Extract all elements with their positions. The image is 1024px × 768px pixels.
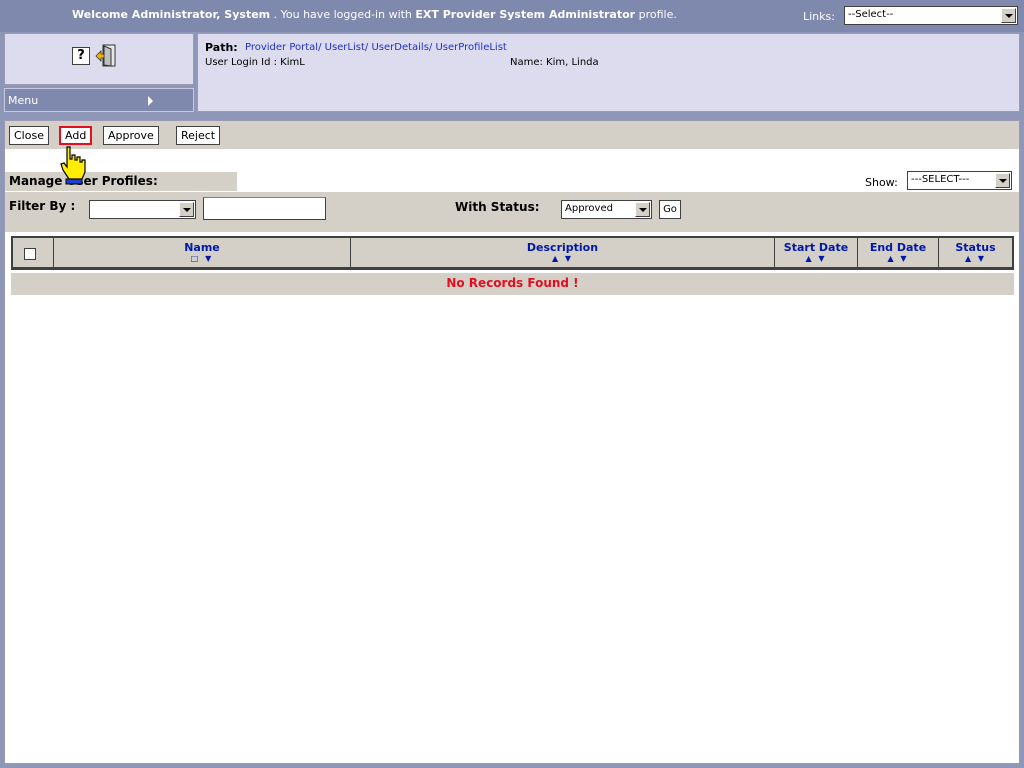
main-content: Close Add Approve Reject Manage User Pro… — [4, 120, 1020, 764]
column-status[interactable]: Status ▲ ▼ — [939, 238, 1012, 269]
section-title: Manage User Profiles: — [5, 172, 237, 191]
column-status-title: Status — [955, 241, 996, 254]
status-selected-value: Approved — [565, 203, 613, 214]
status-label: With Status: — [455, 200, 540, 214]
menu-label: Menu — [8, 94, 39, 107]
icon-panel: ? — [4, 33, 194, 85]
path-panel: Path: Provider Portal/ UserList/ UserDet… — [197, 33, 1020, 112]
column-description[interactable]: Description ▲ ▼ — [351, 238, 775, 269]
filter-input[interactable] — [203, 197, 326, 220]
sort-arrows-icon[interactable]: □ ▼ — [54, 254, 350, 264]
chevron-right-icon[interactable] — [148, 96, 153, 106]
add-button[interactable]: Add — [59, 126, 93, 145]
profiles-table: Name □ ▼ Description ▲ ▼ Start Date ▲ ▼ … — [11, 236, 1014, 272]
breadcrumb[interactable]: Provider Portal/ UserList/ UserDetails/ … — [245, 42, 507, 53]
show-label: Show: — [865, 176, 898, 189]
filter-bar: Filter By : With Status: Approved Go — [5, 192, 1019, 232]
links-label: Links: — [803, 10, 835, 23]
links-dropdown[interactable]: --Select-- — [844, 6, 1018, 25]
action-toolbar: Close Add Approve Reject — [5, 121, 1019, 149]
filter-label: Filter By : — [9, 199, 76, 213]
chevron-down-icon[interactable] — [995, 173, 1010, 188]
go-button[interactable]: Go — [659, 200, 681, 219]
sort-arrows-icon[interactable]: ▲ ▼ — [858, 254, 938, 264]
reject-button[interactable]: Reject — [176, 126, 221, 145]
sort-arrows-icon[interactable]: ▲ ▼ — [351, 254, 774, 264]
exit-door-icon[interactable] — [95, 44, 117, 68]
help-icon[interactable]: ? — [72, 47, 90, 65]
sort-arrows-icon[interactable]: ▲ ▼ — [775, 254, 857, 264]
welcome-user: Welcome Administrator, System — [72, 8, 271, 21]
show-dropdown[interactable]: ---SELECT--- — [907, 171, 1012, 190]
hand-pointer-icon — [60, 146, 86, 185]
welcome-text: . You have logged-in with — [273, 8, 412, 21]
user-login-id: User Login Id : KimL — [205, 57, 305, 68]
select-all-column — [13, 238, 54, 269]
links-selected-value: --Select-- — [848, 9, 894, 20]
column-name[interactable]: Name □ ▼ — [54, 238, 351, 269]
sort-arrows-icon[interactable]: ▲ ▼ — [939, 254, 1012, 264]
approve-button[interactable]: Approve — [103, 126, 159, 145]
column-description-title: Description — [526, 241, 599, 254]
chevron-down-icon[interactable] — [635, 202, 650, 217]
column-start-date[interactable]: Start Date ▲ ▼ — [775, 238, 858, 269]
no-records-message: No Records Found ! — [11, 273, 1014, 295]
welcome-suffix: profile. — [638, 8, 677, 21]
filter-dropdown[interactable] — [89, 200, 196, 219]
show-selected-value: ---SELECT--- — [911, 174, 970, 185]
chevron-down-icon[interactable] — [1001, 8, 1016, 23]
top-welcome-bar: Welcome Administrator, System . You have… — [0, 0, 1024, 32]
status-dropdown[interactable]: Approved — [561, 200, 652, 219]
column-end-date[interactable]: End Date ▲ ▼ — [858, 238, 939, 269]
column-start-date-title: Start Date — [783, 241, 849, 254]
chevron-down-icon[interactable] — [179, 202, 194, 217]
select-all-checkbox[interactable] — [24, 248, 36, 260]
profile-name: EXT Provider System Administrator — [415, 8, 636, 21]
menu-bar[interactable]: Menu — [4, 88, 194, 112]
column-end-date-title: End Date — [869, 241, 927, 254]
column-name-title: Name — [184, 241, 220, 254]
path-label: Path: — [205, 41, 238, 54]
table-header: Name □ ▼ Description ▲ ▼ Start Date ▲ ▼ … — [11, 236, 1014, 270]
user-name: Name: Kim, Linda — [510, 57, 599, 68]
welcome-message: Welcome Administrator, System . You have… — [72, 8, 677, 21]
close-button[interactable]: Close — [9, 126, 49, 145]
